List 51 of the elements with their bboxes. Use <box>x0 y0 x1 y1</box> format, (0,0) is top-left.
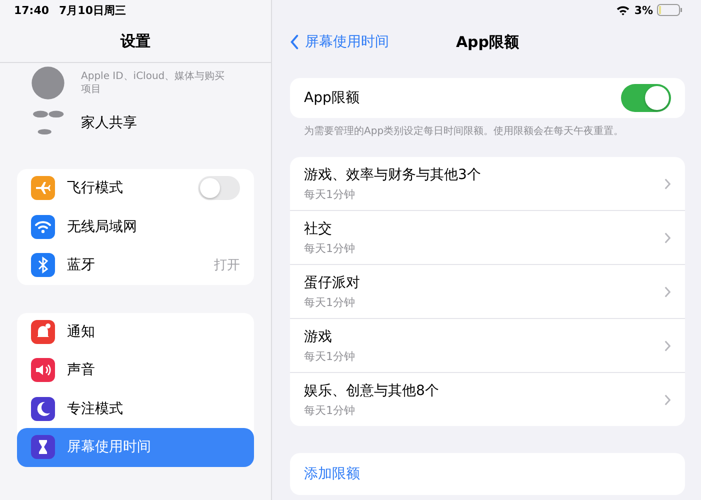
settings-item[interactable]: 声音 <box>17 351 254 390</box>
settings-item[interactable]: 飞行模式 <box>17 169 254 208</box>
battery-icon <box>657 4 683 16</box>
limit-time: 每天1分钟 <box>304 294 356 310</box>
settings-value: 打开 <box>214 257 240 274</box>
settings-item[interactable]: 蓝牙 打开 <box>17 246 254 284</box>
chevron-icon <box>664 232 671 244</box>
limit-item[interactable]: 游戏、效率与财务与其他3个 每天1分钟 <box>290 157 685 211</box>
status-date: 7月10日周三 <box>59 2 126 18</box>
battery-percent: 3% <box>634 4 653 16</box>
toggle-switch[interactable] <box>621 84 671 112</box>
wifi-icon <box>616 4 630 16</box>
chevron-icon <box>664 286 671 298</box>
limit-item[interactable]: 娱乐、创意与其他8个 每天1分钟 <box>290 373 685 426</box>
limit-name: 社交 <box>304 220 333 238</box>
limit-time: 每天1分钟 <box>304 240 355 256</box>
limit-item[interactable]: 游戏 每天1分钟 <box>290 319 685 373</box>
limit-name: 蛋仔派对 <box>304 274 360 292</box>
status-time: 17:40 <box>14 4 50 16</box>
limit-time: 每天1分钟 <box>304 186 356 202</box>
settings-item[interactable]: 屏幕使用时间 <box>17 428 254 466</box>
page-title: App限额 <box>456 32 520 52</box>
back-chevron-icon <box>290 34 299 50</box>
limit-time: 每天1分钟 <box>304 402 356 418</box>
limit-name: 游戏 <box>304 328 333 346</box>
chevron-icon <box>664 340 671 352</box>
chevron-icon <box>664 394 671 406</box>
settings-label: 蓝牙 <box>67 256 96 274</box>
limit-item[interactable]: 蛋仔派对 每天1分钟 <box>290 265 685 319</box>
add-limit-button[interactable]: 添加限额 <box>290 453 685 495</box>
settings-label: 无线局域网 <box>67 218 138 236</box>
chevron-icon <box>664 178 671 190</box>
settings-label: 屏幕使用时间 <box>67 438 152 456</box>
settings-label: 专注模式 <box>67 400 124 418</box>
sidebar-title: 设置 <box>120 32 150 50</box>
toggle-switch[interactable] <box>198 176 240 200</box>
app-limits-label: App限额 <box>304 89 360 107</box>
limit-name: 娱乐、创意与其他8个 <box>304 382 439 400</box>
limit-item[interactable]: 社交 每天1分钟 <box>290 211 685 265</box>
footnote-text: 为需要管理的App类别设定每日时间限额。使用限额会在每天午夜重置。 <box>304 124 625 138</box>
settings-item[interactable]: 专注模式 <box>17 390 254 428</box>
settings-item[interactable]: 通知 <box>17 312 254 351</box>
settings-label: 通知 <box>67 322 96 341</box>
settings-label: 飞行模式 <box>67 179 124 198</box>
limit-time: 每天1分钟 <box>304 348 355 364</box>
settings-item[interactable]: 无线局域网 <box>17 208 254 246</box>
back-button[interactable]: 屏幕使用时间 <box>290 33 389 51</box>
family-sharing-item[interactable]: 家人共享 <box>81 114 137 132</box>
avatar-icon[interactable] <box>31 66 65 100</box>
settings-label: 声音 <box>67 361 96 380</box>
limit-name: 游戏、效率与财务与其他3个 <box>304 166 481 184</box>
